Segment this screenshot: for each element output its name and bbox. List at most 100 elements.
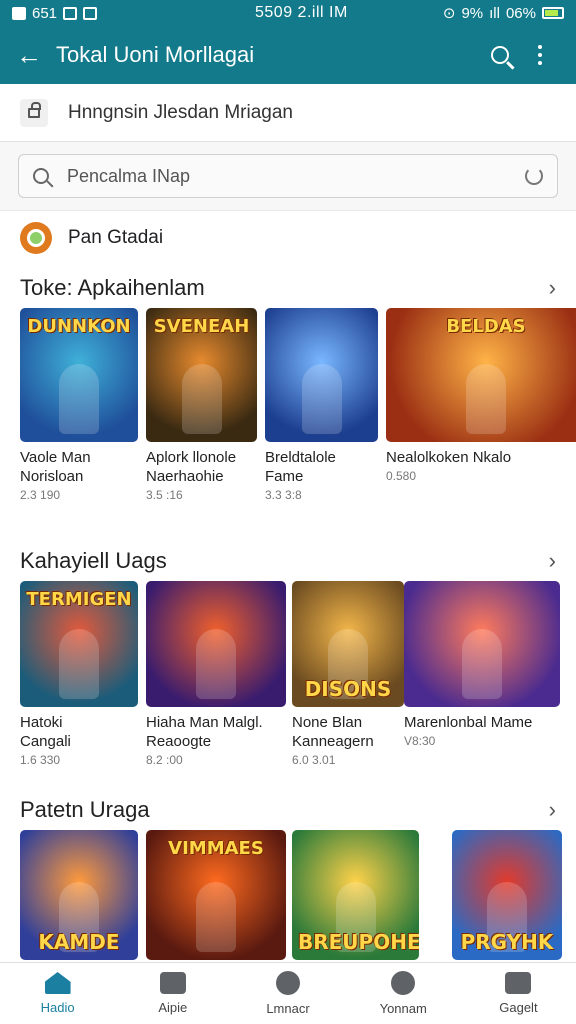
lock-icon: [20, 98, 48, 127]
app-card[interactable]: BREUPOHES: [292, 830, 419, 960]
section-featured: Kahayiell Uags › TERMIGEN Hatoki Cangali 1.…: [0, 541, 576, 781]
app-card[interactable]: VIMMAES: [146, 830, 286, 960]
game-artwork: [181, 364, 222, 434]
app-card[interactable]: Breldtalole Fame 3.3 3:8: [265, 308, 378, 502]
app-rating: 6.0 3.01: [292, 753, 336, 767]
app-name-line2: Cangali: [20, 733, 71, 750]
app-name-line1: Marenlonbal Mame: [404, 714, 533, 731]
folder-icon: [505, 972, 532, 994]
app-card[interactable]: DISONS None Blan Kanneagern 6.0 3.01: [292, 581, 404, 767]
nav-item-more[interactable]: Gagelt: [461, 963, 576, 1024]
game-artwork: [59, 364, 99, 434]
game-artwork: [196, 629, 236, 699]
app-thumbnail: VIMMAES: [146, 830, 286, 960]
back-arrow-icon[interactable]: ←: [16, 40, 46, 71]
game-logo: DUNNKON: [27, 316, 131, 337]
status-left-text: 651: [32, 4, 58, 22]
app-name-line1: Nealolkoken Nkalo: [386, 449, 512, 466]
section-title: Toke: Apkaihenlam: [20, 275, 205, 300]
app-name-line1: Vaole Man: [20, 449, 91, 466]
nav-item-apps[interactable]: Aipie: [115, 963, 230, 1024]
app-name-line2: Naerhaohie: [146, 468, 224, 485]
apps-icon: [159, 972, 186, 994]
app-card[interactable]: SVENEAH Aplork llonole Naerhaohie 3.5 :16: [146, 308, 257, 502]
gallery-icon: [63, 6, 78, 20]
info-row[interactable]: Hnngnsin Jlesdan Mriagan: [0, 84, 576, 142]
app-rating: 2.3 190: [20, 488, 61, 502]
app-name-line1: Hatoki: [20, 714, 63, 731]
more-options-button[interactable]: [520, 35, 560, 75]
app-name-line2: Fame: [265, 468, 304, 485]
app-name-line1: Aplork llonole: [146, 449, 237, 466]
app-card[interactable]: Marenlonbal Mame V8:30: [404, 581, 560, 748]
chevron-right-icon[interactable]: ›: [549, 797, 556, 823]
status-bar: 651 5509 2.ill IM ⊙ 9% ıll 06%: [0, 0, 576, 26]
game-logo: PRGYHK: [460, 930, 554, 954]
app-rating: 8.2 :00: [146, 753, 183, 767]
app-card[interactable]: BELDAS Nealolkoken Nkalo 0.580: [386, 308, 576, 483]
nav-label: Yonnam: [379, 1001, 427, 1016]
app-bar: ← Tokal Uoni Morllagai: [0, 26, 576, 84]
app-name-line2: Reaoogte: [146, 733, 212, 750]
category-chip[interactable]: Pan Gtadai: [0, 211, 576, 265]
search-icon: [491, 46, 509, 64]
app-card[interactable]: KAMDE: [20, 830, 138, 960]
app-thumbnail: [404, 581, 560, 707]
alarm-icon: ⊙: [442, 5, 456, 22]
signal-icon: ıll: [489, 4, 500, 22]
search-section: Pencalma INap: [0, 142, 576, 211]
app-thumbnail: DISONS: [292, 581, 404, 707]
search-input[interactable]: Pencalma INap: [18, 154, 558, 198]
status-signal-pct: 9%: [461, 4, 484, 22]
app-name-line1: Hiaha Man Malgl.: [146, 714, 263, 731]
game-logo: DISONS: [304, 677, 392, 701]
top-bar: 651 5509 2.ill IM ⊙ 9% ıll 06% ← Tokal U…: [0, 0, 576, 84]
more-vert-icon: [538, 45, 542, 65]
home-icon: [44, 972, 71, 994]
card-row: DUNNKON Vaole Man Norisloan 2.3 190 SVENEAH A…: [0, 308, 576, 508]
search-button[interactable]: [480, 35, 520, 75]
category-label: Pan Gtadai: [68, 227, 164, 248]
nav-label: Aipie: [158, 1000, 188, 1015]
card-row: TERMIGEN Hatoki Cangali 1.6 330 Hiaha Man Ma…: [0, 581, 576, 781]
battery-icon: [542, 7, 564, 19]
category-badge-icon: [20, 222, 52, 254]
game-logo: SVENEAH: [153, 316, 250, 337]
app-name-line1: None Blan: [292, 714, 363, 731]
app-thumbnail: [265, 308, 378, 442]
chevron-right-icon[interactable]: ›: [549, 275, 556, 301]
section-title: Kahayiell Uags: [20, 548, 167, 573]
app-thumbnail: KAMDE: [20, 830, 138, 960]
app-name-line2: Kanneagern: [292, 733, 374, 750]
app-card[interactable]: TERMIGEN Hatoki Cangali 1.6 330: [20, 581, 138, 767]
refresh-icon[interactable]: [525, 167, 543, 185]
app-rating: 0.580: [386, 469, 417, 483]
cloud-icon: [83, 6, 98, 20]
app-name-line1: Breldtalole: [265, 449, 336, 466]
nav-label: Hadio: [40, 1000, 75, 1015]
game-artwork: [466, 364, 506, 434]
status-time: 5509 2.ill IM: [255, 4, 348, 21]
app-rating: 3.5 :16: [146, 488, 183, 502]
game-artwork: [462, 629, 502, 699]
chevron-right-icon[interactable]: ›: [549, 548, 556, 574]
nav-label: Lmnacr: [266, 1001, 310, 1016]
game-artwork: [196, 882, 236, 952]
nav-item-home[interactable]: Hadio: [0, 963, 115, 1024]
app-thumbnail: SVENEAH: [146, 308, 257, 442]
app-card[interactable]: PRGYHK: [452, 830, 562, 960]
game-logo: VIMMAES: [168, 838, 264, 859]
account-icon: [391, 971, 416, 995]
app-thumbnail: BELDAS: [386, 308, 576, 442]
game-artwork: [59, 629, 99, 699]
nav-item-library[interactable]: Lmnacr: [230, 963, 345, 1024]
app-card[interactable]: DUNNKON Vaole Man Norisloan 2.3 190: [20, 308, 138, 502]
nav-item-account[interactable]: Yonnam: [346, 963, 461, 1024]
battery-pct: 06%: [505, 4, 536, 22]
section-top-apps: Toke: Apkaihenlam › DUNNKON Vaole Man Nori…: [0, 268, 576, 508]
page-title: Tokal Uoni Morllagai: [56, 42, 255, 67]
app-card[interactable]: Hiaha Man Malgl. Reaoogte 8.2 :00: [146, 581, 286, 767]
section-title: Patetn Uraga: [20, 797, 150, 822]
game-artwork: [301, 364, 342, 434]
game-logo: TERMIGEN: [26, 589, 132, 610]
